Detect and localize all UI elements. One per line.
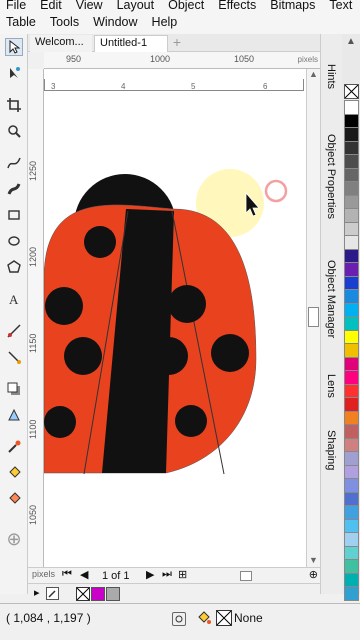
shape-tool-icon[interactable] <box>5 64 23 82</box>
artistic-media-icon[interactable] <box>5 180 23 198</box>
menu-tools[interactable]: Tools <box>50 15 79 29</box>
menu-window[interactable]: Window <box>93 15 137 29</box>
palette-arrow-icon[interactable]: ▸ <box>34 586 40 599</box>
ruler-tick: 1100 <box>28 419 38 439</box>
drop-shadow-icon[interactable] <box>5 380 23 398</box>
ruler-tick: 1200 <box>28 246 38 267</box>
ladybug-drawing <box>44 169 288 475</box>
docker-tab-object-manager[interactable]: Object Manager <box>325 260 337 338</box>
menu-view[interactable]: View <box>76 0 103 12</box>
ladybug-spot[interactable] <box>45 287 83 325</box>
status-bar: ( 1,084 , 1,197 ) None <box>0 603 360 640</box>
add-page-icon[interactable]: ⊞ <box>178 568 187 581</box>
vertical-ruler: 1250 1200 1150 1100 1050 <box>28 69 44 567</box>
pick-tool-icon[interactable] <box>5 38 23 56</box>
menu-row-1: File Edit View Layout Object Effects Bit… <box>6 0 360 12</box>
tab-untitled-1[interactable]: Untitled-1 <box>94 35 168 52</box>
docker-tab-hints[interactable]: Hints <box>325 64 337 89</box>
text-tool-icon[interactable]: A <box>5 290 23 308</box>
ladybug-spot[interactable] <box>84 226 116 258</box>
last-page-icon[interactable]: ⏭ <box>162 568 172 581</box>
scroll-down-icon[interactable]: ▼ <box>309 555 318 565</box>
ladybug-spot[interactable] <box>168 285 206 323</box>
ladybug-spot[interactable] <box>175 405 207 437</box>
tab-welcome[interactable]: Welcom... <box>30 35 92 52</box>
pixels-label: pixels <box>32 569 56 579</box>
docker-tab-object-properties[interactable]: Object Properties <box>325 134 337 219</box>
first-page-icon[interactable]: ⏮ <box>62 568 72 581</box>
dimension-tool-icon[interactable] <box>5 322 23 340</box>
hscroll-thumb[interactable] <box>240 571 252 581</box>
connector-tool-icon[interactable] <box>5 348 23 366</box>
eyedropper-tool-icon[interactable] <box>5 438 23 456</box>
zoom-tool-icon[interactable] <box>5 122 23 140</box>
ruler-tick: 1050 <box>28 504 38 525</box>
menu-effects[interactable]: Effects <box>218 0 256 12</box>
rectangle-tool-icon[interactable] <box>5 206 23 224</box>
page-count: 1 of 1 <box>102 570 130 582</box>
horizontal-ruler: 950 1000 1050 pixels <box>44 52 320 69</box>
crop-tool-icon[interactable] <box>5 96 23 114</box>
svg-text:A: A <box>9 292 19 306</box>
menu-file[interactable]: File <box>6 0 26 12</box>
ruler-tick: 1150 <box>28 333 38 353</box>
customize-toolbox-icon[interactable]: ⊕ <box>5 529 23 549</box>
interactive-fill-icon[interactable] <box>5 464 23 482</box>
ladybug-spot[interactable] <box>64 337 102 375</box>
fill-none-swatch[interactable] <box>216 610 232 626</box>
menu-layout[interactable]: Layout <box>117 0 155 12</box>
ellipse-tool-icon[interactable] <box>5 232 23 250</box>
document-tabs: Welcom... Untitled-1 + <box>28 34 328 52</box>
docker-tabs: Hints Object Properties Object Manager L… <box>320 34 342 594</box>
color-palette: ▲ <box>342 34 360 601</box>
docker-tab-lens[interactable]: Lens <box>325 374 337 398</box>
vertical-scrollbar[interactable]: ▲ ▼ <box>306 69 320 567</box>
polygon-tool-icon[interactable] <box>5 258 23 276</box>
no-color-swatch[interactable] <box>344 84 359 99</box>
ruler-tick: 950 <box>66 54 82 64</box>
toolbox: A ⊕ <box>0 34 28 594</box>
navigator-zoom-icon[interactable]: ⊕ <box>309 568 318 581</box>
next-page-icon[interactable]: ▶ <box>146 568 154 581</box>
prev-page-icon[interactable]: ◀ <box>80 568 88 581</box>
smart-fill-icon[interactable] <box>5 490 23 508</box>
freehand-tool-icon[interactable] <box>5 154 23 172</box>
doc-swatch-none[interactable] <box>76 587 90 601</box>
fill-label: None <box>234 611 263 625</box>
docker-tab-shaping[interactable]: Shaping <box>325 430 337 470</box>
ladybug-spot[interactable] <box>135 226 167 258</box>
menu-object[interactable]: Object <box>168 0 204 12</box>
ladybug-spot[interactable] <box>44 406 76 438</box>
scrollbar-thumb[interactable] <box>308 307 319 327</box>
ladybug-spot[interactable] <box>211 334 249 372</box>
snap-icon[interactable] <box>172 612 186 626</box>
palette-arrow-up-icon[interactable]: ▲ <box>346 36 356 47</box>
page-navigator: pixels ⏮ ◀ 1 of 1 ▶ ⏭ ⊞ ⊕ <box>28 567 320 583</box>
ladybug-spot[interactable] <box>150 337 188 375</box>
scroll-up-icon[interactable]: ▲ <box>309 69 318 79</box>
menu-text[interactable]: Text <box>329 0 352 12</box>
ruler-tick: 1050 <box>234 54 255 64</box>
menu-edit[interactable]: Edit <box>40 0 62 12</box>
document-palette: ▸ <box>28 583 320 603</box>
transparency-tool-icon[interactable] <box>5 406 23 424</box>
cursor-coordinates: ( 1,084 , 1,197 ) <box>6 611 91 625</box>
click-indicator <box>264 179 288 203</box>
menu-bitmaps[interactable]: Bitmaps <box>270 0 315 12</box>
doc-palette-eyedropper-icon[interactable] <box>46 587 59 600</box>
menu-bar: File Edit View Layout Object Effects Bit… <box>0 0 360 34</box>
add-tab-icon[interactable]: + <box>170 35 184 50</box>
ruler-tick: 1000 <box>150 54 171 64</box>
palette-swatch[interactable] <box>344 586 359 601</box>
menu-help[interactable]: Help <box>152 15 178 29</box>
menu-row-2: Table Tools Window Help <box>6 15 191 29</box>
ruler-units: pixels <box>297 55 318 64</box>
doc-swatch-magenta[interactable] <box>91 587 105 601</box>
menu-table[interactable]: Table <box>6 15 36 29</box>
drawing-canvas[interactable]: 3 4 5 6 <box>44 69 306 567</box>
ruler-tick: 1250 <box>28 160 38 181</box>
fill-bucket-icon[interactable] <box>196 610 212 629</box>
doc-swatch-gray[interactable] <box>106 587 120 601</box>
